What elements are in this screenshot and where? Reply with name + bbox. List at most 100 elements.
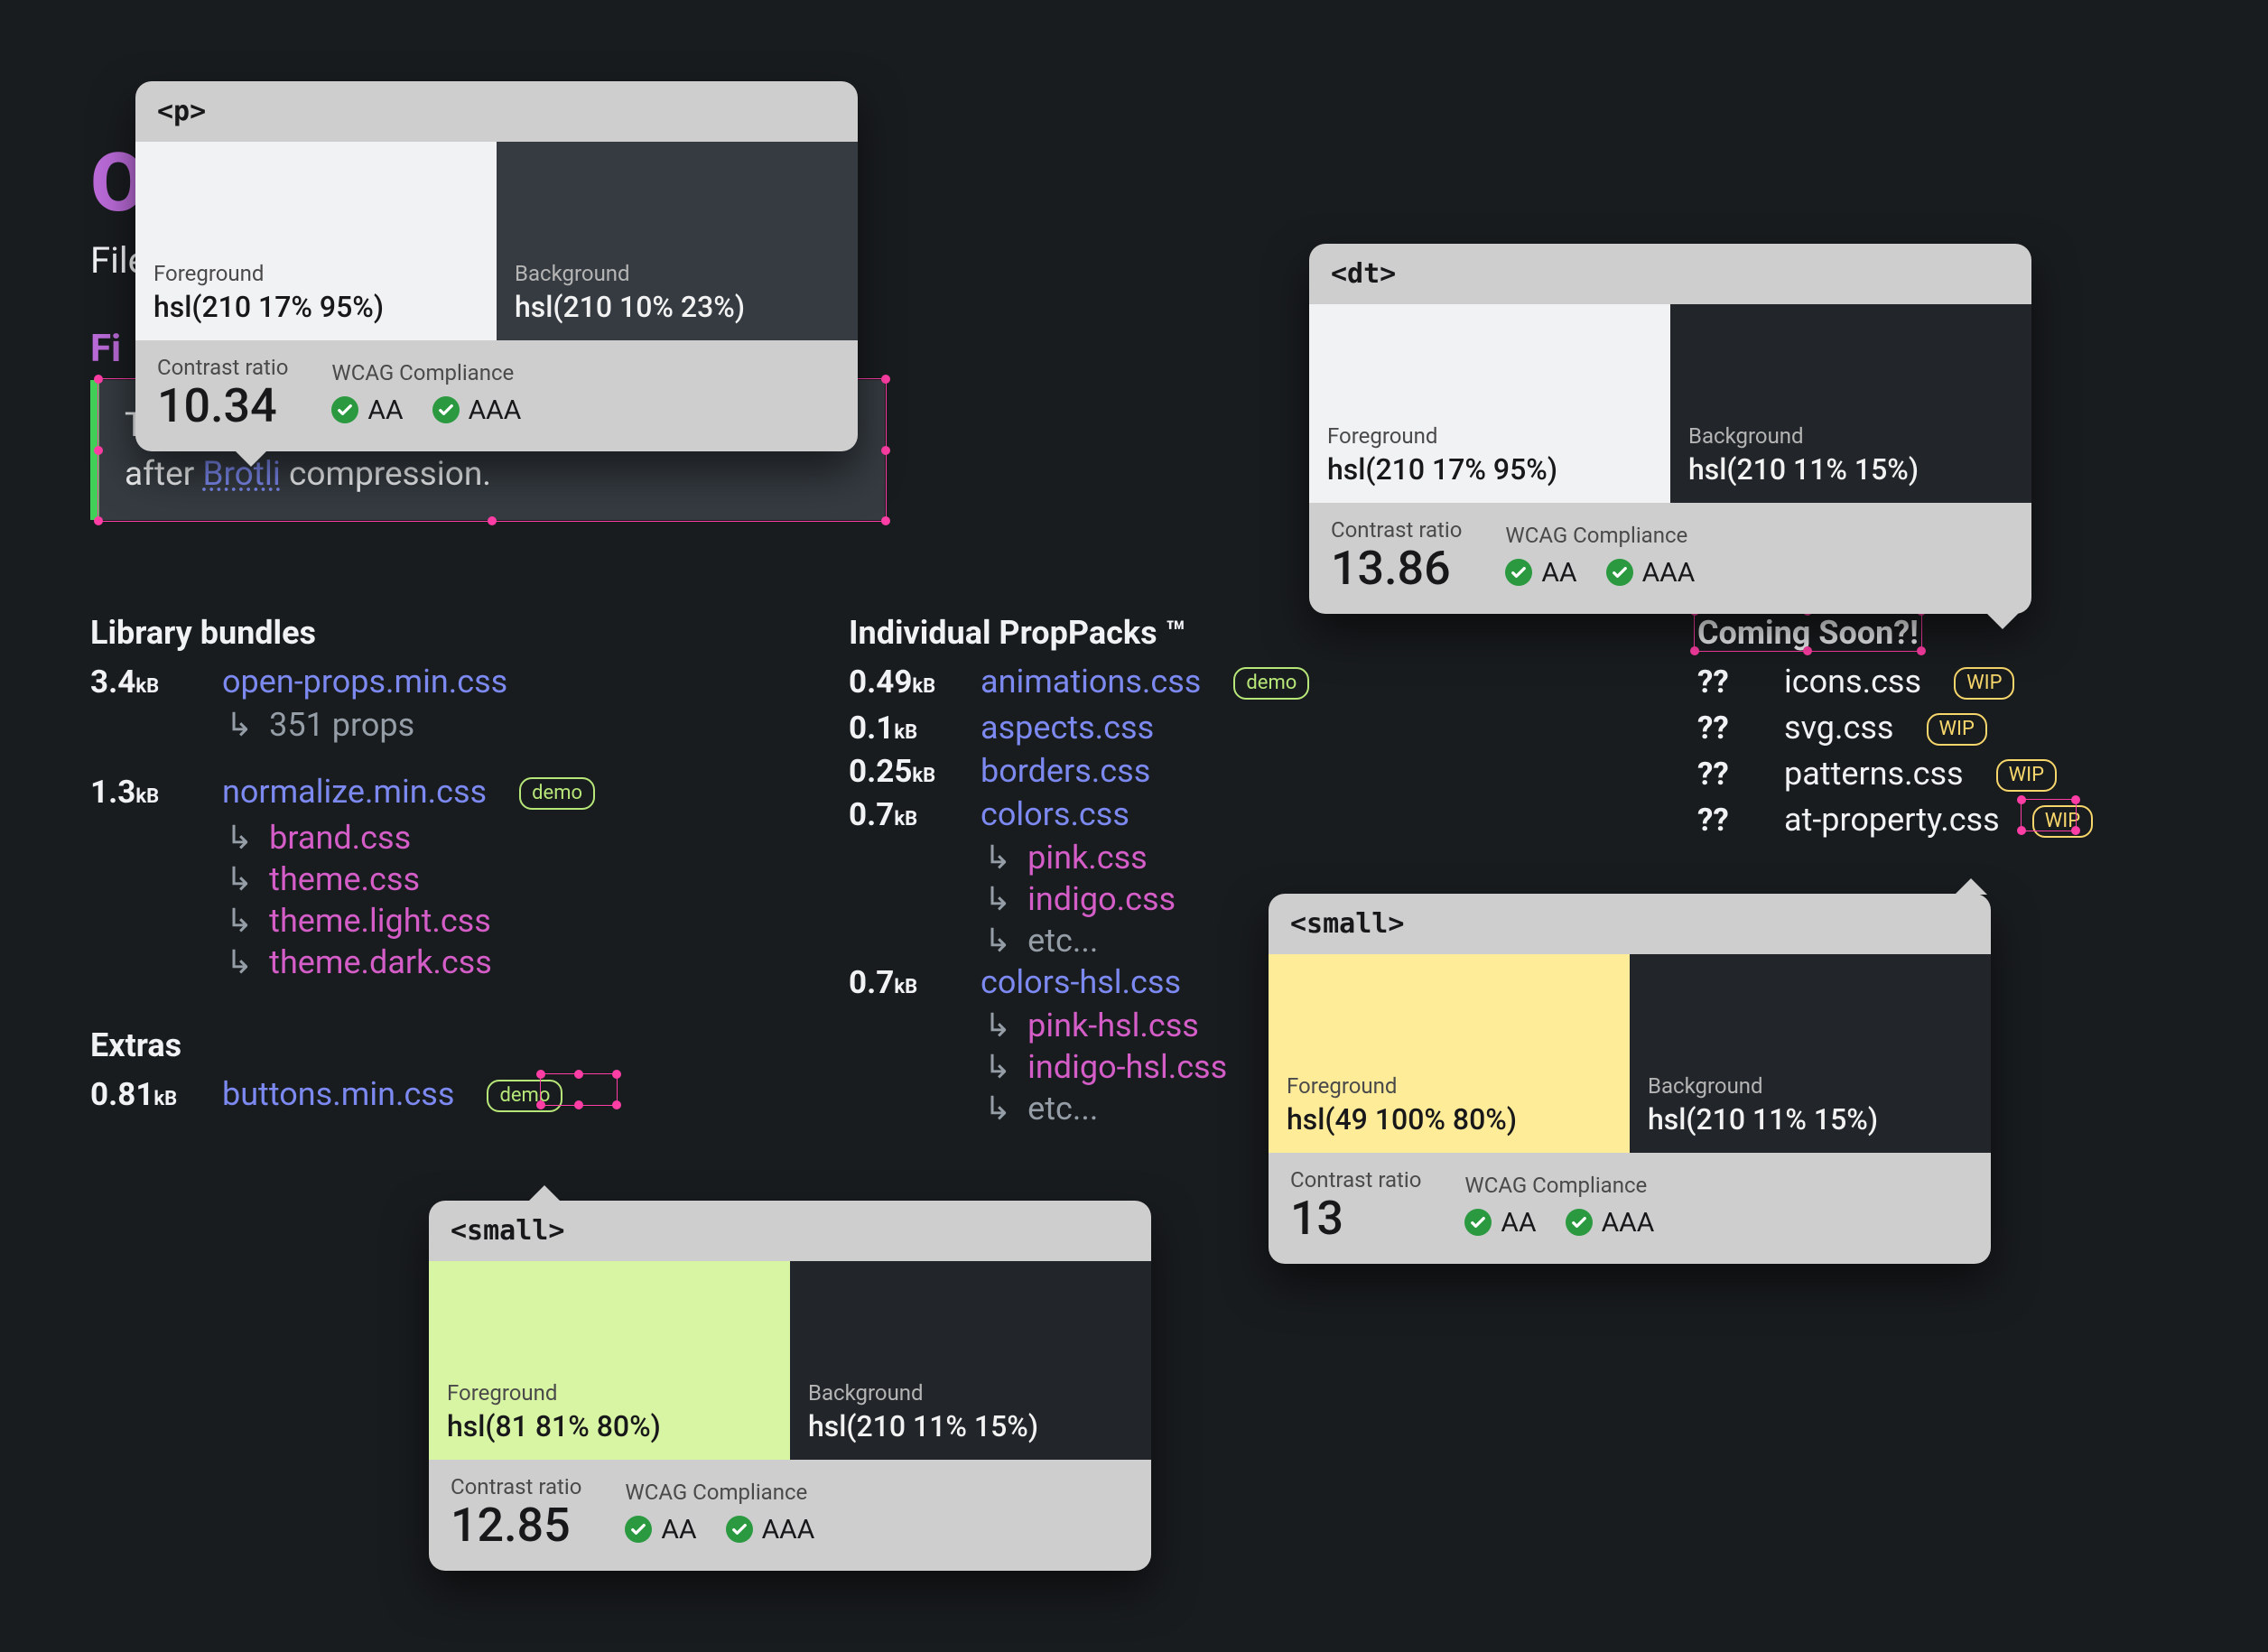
background-label: Background (1688, 423, 2013, 449)
callout-text-after: compression. (281, 455, 491, 494)
foreground-swatch: Foregroundhsl(210 17% 95%) (135, 142, 497, 340)
background-value: hsl(210 10% 23%) (515, 290, 840, 324)
file-link[interactable]: colors.css (981, 795, 1129, 833)
wip-badge: WIP (1996, 759, 2057, 792)
foreground-label: Foreground (447, 1380, 772, 1406)
foreground-value: hsl(210 17% 95%) (153, 290, 479, 324)
contrast-ratio-label: Contrast ratio (1290, 1167, 1421, 1193)
check-icon (726, 1516, 753, 1543)
sub-file[interactable]: pink-hsl.css (1027, 1007, 1199, 1044)
sub-file[interactable]: theme.dark.css (269, 943, 492, 981)
coming-soon-heading: Coming Soon?! (1697, 614, 1919, 652)
list-item: 3.4kB open-props.min.css (90, 663, 740, 701)
file-size: 0.81kB (90, 1076, 199, 1113)
list-item: 0.81kB buttons.min.css demo (90, 1075, 740, 1116)
background-swatch: Background hsl(210 11% 15%) (1630, 954, 1991, 1153)
sub-file[interactable]: brand.css (269, 819, 411, 857)
foreground-swatch: Foregroundhsl(210 17% 95%) (1309, 304, 1670, 503)
sub-arrow-icon: ↳ (984, 1090, 1011, 1128)
foreground-value: hsl(49 100% 80%) (1287, 1102, 1612, 1137)
sub-file[interactable]: pink.css (1027, 839, 1148, 877)
wcag-aa-pill: AA (1464, 1207, 1536, 1239)
contrast-ratio-value: 13 (1290, 1194, 1421, 1244)
check-icon (1566, 1209, 1593, 1236)
background-value: hsl(210 11% 15%) (1688, 452, 2013, 487)
wcag-aaa-pill: AAA (726, 1514, 815, 1545)
file-link[interactable]: icons.css (1784, 663, 1921, 701)
file-link[interactable]: borders.css (981, 752, 1150, 790)
sub-file[interactable]: indigo.css (1027, 880, 1176, 918)
bundles-heading: Library bundles (90, 614, 740, 652)
foreground-swatch: Foregroundhsl(81 81% 80%) (429, 1261, 790, 1460)
file-link[interactable]: normalize.min.css (222, 773, 487, 811)
sub-arrow-icon: ↳ (984, 1048, 1011, 1086)
wcag-label: WCAG Compliance (1505, 523, 1695, 548)
sub-etc: etc... (1027, 1090, 1098, 1128)
background-swatch: Background hsl(210 10% 23%) (497, 142, 858, 340)
wcag-aa-pill: AA (1505, 557, 1576, 589)
sub-arrow-icon: ↳ (226, 860, 253, 898)
wip-badge: WIP (1954, 667, 2014, 700)
contrast-ratio-value: 10.34 (157, 382, 288, 432)
check-icon (432, 396, 460, 423)
background-label: Background (1648, 1073, 1973, 1099)
sub-arrow-icon: ↳ (226, 706, 253, 744)
contrast-ratio-value: 13.86 (1331, 544, 1462, 594)
demo-badge[interactable]: demo (487, 1080, 562, 1112)
wcag-aaa-pill: AAA (432, 394, 522, 426)
tooltip-element-tag: <dt> (1309, 244, 2031, 304)
contrast-ratio-label: Contrast ratio (1331, 517, 1462, 543)
file-link[interactable]: at-property.css (1784, 801, 2000, 839)
wcag-label: WCAG Compliance (331, 360, 521, 385)
contrast-tooltip: <p>Foregroundhsl(210 17% 95%)Backgroundh… (135, 81, 858, 451)
foreground-label: Foreground (1327, 423, 1652, 449)
sub-arrow-icon: ↳ (984, 1007, 1011, 1044)
background-value: hsl(210 11% 15%) (1648, 1102, 1973, 1137)
file-link[interactable]: patterns.css (1784, 755, 1964, 793)
foreground-label: Foreground (1287, 1073, 1612, 1099)
tooltip-pointer-icon (1986, 613, 2019, 629)
list-item: 1.3kB normalize.min.css demo (90, 773, 740, 813)
tooltip-pointer-icon (1955, 878, 1987, 895)
sub-file[interactable]: indigo-hsl.css (1027, 1048, 1227, 1086)
file-size: 3.4kB (90, 664, 199, 701)
demo-badge[interactable]: demo (519, 777, 595, 810)
contrast-tooltip: <dt>Foregroundhsl(210 17% 95%)Background… (1309, 244, 2031, 614)
background-label: Background (515, 261, 840, 286)
background-swatch: Background hsl(210 11% 15%) (1670, 304, 2031, 503)
background-label: Background (808, 1380, 1133, 1406)
file-link[interactable]: aspects.css (981, 709, 1154, 747)
background-swatch: Background hsl(210 11% 15%) (790, 1261, 1151, 1460)
check-icon (625, 1516, 652, 1543)
contrast-ratio-label: Contrast ratio (451, 1474, 581, 1499)
tooltip-element-tag: <small> (429, 1201, 1151, 1261)
tooltip-element-tag: <small> (1269, 894, 1991, 954)
background-value: hsl(210 11% 15%) (808, 1409, 1133, 1443)
demo-badge[interactable]: demo (1233, 667, 1309, 700)
sub-arrow-icon: ↳ (984, 922, 1011, 960)
proppacks-heading: Individual PropPacks ™ (849, 614, 1589, 652)
contrast-ratio-value: 12.85 (451, 1501, 581, 1551)
sub-arrow-icon: ↳ (226, 943, 253, 981)
wcag-aa-pill: AA (625, 1514, 696, 1545)
sub-arrow-icon: ↳ (984, 880, 1011, 918)
extras-heading: Extras (90, 1026, 740, 1064)
wcag-label: WCAG Compliance (1464, 1173, 1654, 1198)
contrast-ratio-label: Contrast ratio (157, 355, 288, 380)
check-icon (331, 396, 358, 423)
wip-badge: WIP (2032, 805, 2093, 838)
check-icon (1464, 1209, 1492, 1236)
file-link[interactable]: buttons.min.css (222, 1075, 454, 1113)
file-link[interactable]: svg.css (1784, 709, 1894, 747)
sub-arrow-icon: ↳ (226, 819, 253, 857)
file-link[interactable]: colors-hsl.css (981, 963, 1181, 1001)
wcag-aaa-pill: AAA (1566, 1207, 1655, 1239)
file-link[interactable]: open-props.min.css (222, 663, 507, 701)
tooltip-pointer-icon (235, 450, 267, 467)
sub-arrow-icon: ↳ (984, 839, 1011, 877)
check-icon (1606, 559, 1633, 586)
sub-file[interactable]: theme.light.css (269, 902, 491, 940)
file-link[interactable]: animations.css (981, 663, 1201, 701)
sub-file[interactable]: theme.css (269, 860, 420, 898)
check-icon (1505, 559, 1532, 586)
